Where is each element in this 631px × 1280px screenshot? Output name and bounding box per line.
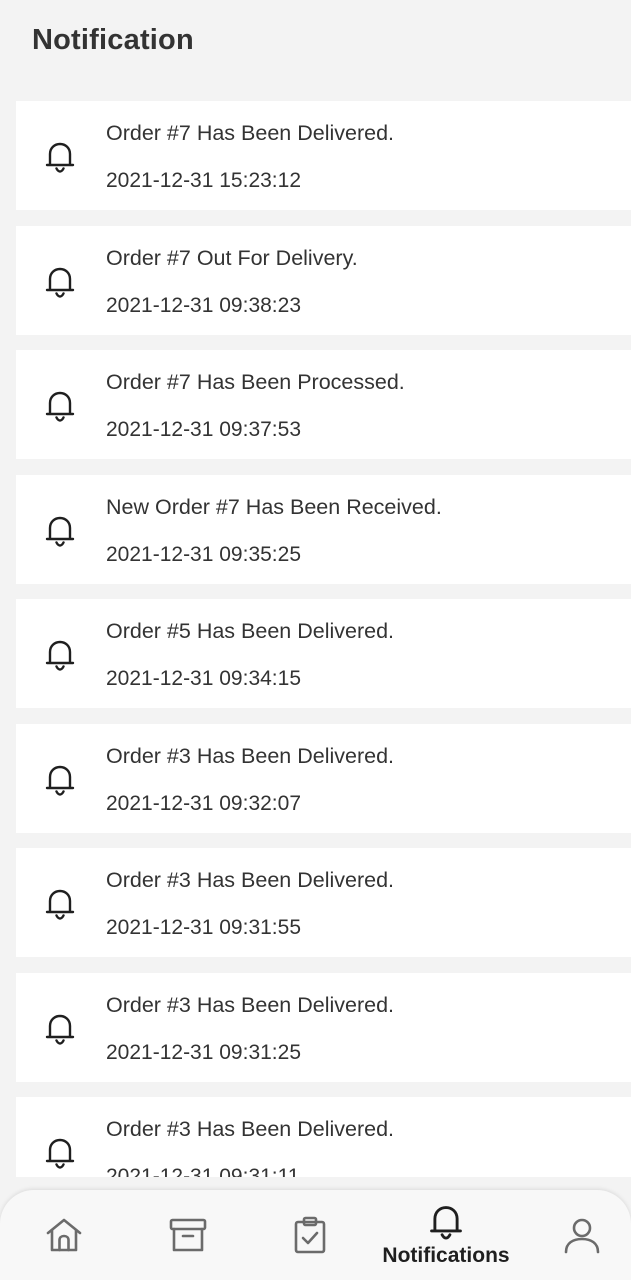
nav-profile[interactable] (550, 1190, 614, 1280)
nav-notifications-label: Notifications (382, 1244, 510, 1267)
notification-timestamp: 2021-12-31 09:38:23 (106, 293, 301, 317)
bottom-navigation-bar: Notifications (0, 1190, 631, 1280)
notification-timestamp: 2021-12-31 09:34:15 (106, 667, 301, 690)
notification-timestamp: 2021-12-31 09:31:55 (106, 916, 301, 939)
bell-icon (45, 267, 75, 298)
notification-timestamp: 2021-12-31 09:32:07 (106, 791, 301, 815)
notification-title: Order #5 Has Been Delivered. (106, 619, 395, 643)
notification-item[interactable]: New Order #7 Has Been Received. 2021-12-… (16, 474, 631, 584)
notification-item[interactable]: Order #3 Has Been Delivered. 2021-12-31 … (16, 848, 631, 957)
notification-title: Order #7 Has Been Processed. (106, 370, 405, 394)
notification-title: Order #3 Has Been Delivered. (106, 868, 395, 892)
nav-home[interactable] (32, 1190, 96, 1280)
bell-icon (45, 391, 75, 422)
archive-box-icon (169, 1218, 207, 1252)
notification-list[interactable]: Order #7 Has Been Delivered. 2021-12-31 … (16, 101, 631, 1177)
notification-item[interactable]: Order #3 Has Been Delivered. 2021-12-31 … (16, 723, 631, 833)
bell-icon (45, 640, 75, 671)
notification-title: Order #3 Has Been Delivered. (106, 1117, 395, 1141)
notification-title: Order #7 Has Been Delivered. (106, 121, 395, 145)
notification-timestamp: 2021-12-31 09:37:53 (106, 418, 301, 441)
home-icon (46, 1218, 82, 1252)
notification-title: New Order #7 Has Been Received. (106, 494, 442, 519)
notification-title: Order #7 Out For Delivery. (106, 245, 358, 270)
bell-icon (45, 1138, 75, 1169)
bell-icon (45, 889, 75, 920)
clipboard-check-icon (294, 1216, 326, 1254)
nav-notifications[interactable]: Notifications (370, 1190, 522, 1280)
page-title: Notification (32, 24, 194, 56)
notification-title: Order #3 Has Been Delivered. (106, 743, 395, 768)
nav-tasks[interactable] (278, 1190, 342, 1280)
bell-icon (430, 1206, 462, 1240)
notification-timestamp: 2021-12-31 15:23:12 (106, 169, 301, 192)
notification-item[interactable]: Order #3 Has Been Delivered. 2021-12-31 … (16, 972, 631, 1082)
notification-timestamp: 2021-12-31 09:35:25 (106, 542, 301, 566)
notification-timestamp: 2021-12-31 09:31:11 (106, 1165, 300, 1177)
nav-orders[interactable] (156, 1190, 220, 1280)
notification-item[interactable]: Order #7 Has Been Processed. 2021-12-31 … (16, 350, 631, 459)
notification-item[interactable]: Order #7 Out For Delivery. 2021-12-31 09… (16, 225, 631, 335)
user-icon (564, 1218, 600, 1254)
notification-item[interactable]: Order #7 Has Been Delivered. 2021-12-31 … (16, 101, 631, 210)
bell-icon (45, 142, 75, 173)
bell-icon (45, 765, 75, 796)
bell-icon (45, 516, 75, 547)
notification-item[interactable]: Order #5 Has Been Delivered. 2021-12-31 … (16, 599, 631, 708)
notification-title: Order #3 Has Been Delivered. (106, 992, 395, 1017)
notification-item[interactable]: Order #3 Has Been Delivered. 2021-12-31 … (16, 1097, 631, 1177)
notification-timestamp: 2021-12-31 09:31:25 (106, 1040, 301, 1064)
bell-icon (45, 1014, 75, 1045)
